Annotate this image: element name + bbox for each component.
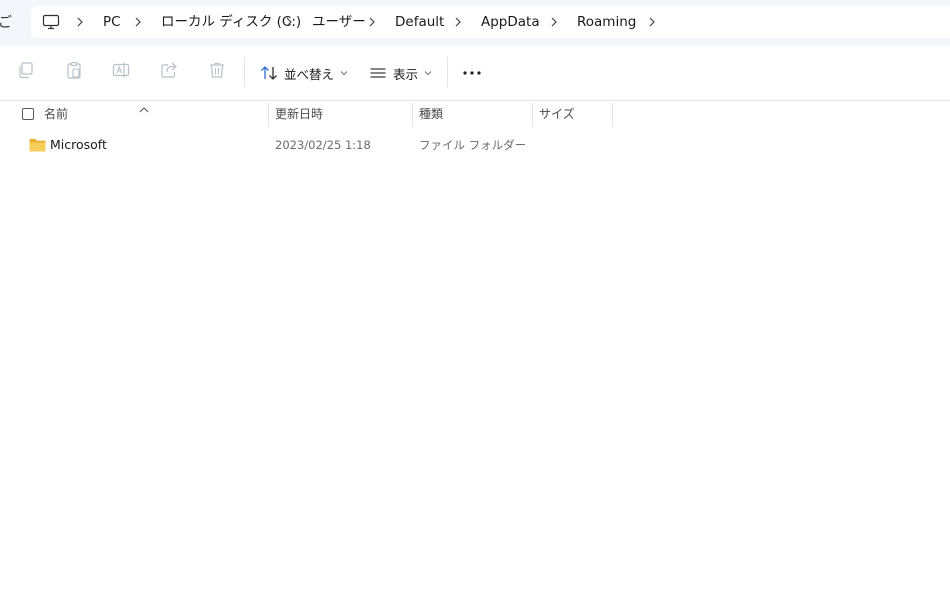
copy-icon[interactable] xyxy=(16,60,38,82)
breadcrumb-separator-chevron-icon[interactable] xyxy=(550,13,560,31)
breadcrumb-local-disk[interactable]: ローカル ディスク (C:) xyxy=(161,13,301,31)
breadcrumb-users[interactable]: ユーザー xyxy=(312,13,366,31)
file-name[interactable]: Microsoft xyxy=(50,134,107,156)
file-date-modified: 2023/02/25 1:18 xyxy=(275,138,371,152)
toolbar-divider xyxy=(447,57,448,87)
sort-ascending-caret-icon xyxy=(138,99,150,118)
list-view-icon xyxy=(370,68,386,78)
breadcrumb-separator-chevron-icon[interactable] xyxy=(368,13,378,31)
breadcrumb-roaming[interactable]: Roaming xyxy=(577,13,636,31)
column-name-header[interactable]: 名前 xyxy=(44,101,68,127)
sort-button[interactable]: 並べ替え xyxy=(259,60,348,86)
partial-button-glyph[interactable]: ご xyxy=(0,12,12,32)
breadcrumb-appdata[interactable]: AppData xyxy=(481,13,540,31)
select-all-checkbox[interactable] xyxy=(22,108,34,120)
toolbar-divider xyxy=(244,57,245,87)
address-bar-strip: ご PC ローカル ディスク (C:) ユーザー Default AppData… xyxy=(0,0,950,46)
chevron-down-icon xyxy=(340,71,348,76)
folder-icon xyxy=(29,137,46,152)
breadcrumb-separator-chevron-icon[interactable] xyxy=(285,13,295,31)
breadcrumb-separator-chevron-icon[interactable] xyxy=(648,13,658,31)
paste-icon[interactable] xyxy=(64,60,86,82)
column-divider[interactable] xyxy=(412,103,413,127)
share-icon[interactable] xyxy=(159,60,181,82)
computer-icon[interactable] xyxy=(42,13,60,31)
column-header: 名前 更新日時 種類 サイズ xyxy=(0,101,950,127)
column-divider[interactable] xyxy=(532,103,533,127)
view-button[interactable]: 表示 xyxy=(368,60,432,86)
column-size-header[interactable]: サイズ xyxy=(539,101,575,127)
breadcrumb-separator-chevron-icon[interactable] xyxy=(76,13,86,31)
column-divider[interactable] xyxy=(612,103,613,127)
more-icon[interactable] xyxy=(460,62,484,84)
delete-icon[interactable] xyxy=(207,60,229,82)
column-date-header[interactable]: 更新日時 xyxy=(275,101,323,127)
breadcrumb-pc[interactable]: PC xyxy=(103,13,121,31)
breadcrumb-default[interactable]: Default xyxy=(395,13,444,31)
address-bar[interactable]: PC ローカル ディスク (C:) ユーザー Default AppData R… xyxy=(31,6,950,38)
chevron-down-icon xyxy=(424,71,432,76)
column-divider[interactable] xyxy=(268,103,269,127)
rename-icon[interactable] xyxy=(111,60,133,82)
sort-label: 並べ替え xyxy=(284,66,335,82)
breadcrumb-separator-chevron-icon[interactable] xyxy=(134,13,144,31)
file-row[interactable]: Microsoft 2023/02/25 1:18 ファイル フォルダー xyxy=(0,134,950,156)
view-label: 表示 xyxy=(393,66,419,82)
breadcrumb-separator-chevron-icon[interactable] xyxy=(454,13,464,31)
column-type-header[interactable]: 種類 xyxy=(419,101,443,127)
sort-icon xyxy=(261,66,277,80)
file-type: ファイル フォルダー xyxy=(419,138,527,152)
